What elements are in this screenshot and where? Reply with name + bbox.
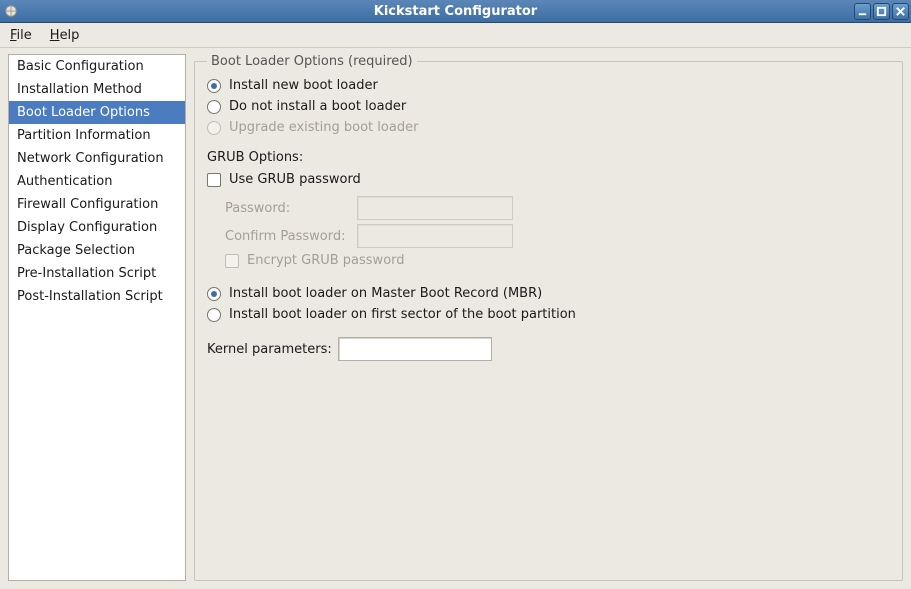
boot-loader-group: Boot Loader Options (required) Install n…	[194, 54, 903, 581]
checkbox-encrypt-grub-password: Encrypt GRUB password	[225, 252, 890, 269]
close-button[interactable]	[892, 3, 909, 20]
password-input	[357, 196, 513, 220]
menubar: File Help	[0, 23, 911, 48]
confirm-password-label: Confirm Password:	[225, 229, 351, 244]
sidebar-item-authentication[interactable]: Authentication	[9, 170, 185, 193]
radio-icon	[207, 79, 221, 93]
radio-label: Install new boot loader	[229, 78, 378, 93]
sidebar-item-installation-method[interactable]: Installation Method	[9, 78, 185, 101]
menu-help[interactable]: Help	[46, 26, 84, 45]
radio-install-new[interactable]: Install new boot loader	[207, 77, 890, 94]
radio-label: Install boot loader on Master Boot Recor…	[229, 286, 542, 301]
radio-install-first-sector[interactable]: Install boot loader on first sector of t…	[207, 306, 890, 323]
radio-upgrade-existing: Upgrade existing boot loader	[207, 119, 890, 136]
window-title: Kickstart Configurator	[0, 4, 911, 19]
sidebar-item-network-configuration[interactable]: Network Configuration	[9, 147, 185, 170]
checkbox-label: Encrypt GRUB password	[247, 253, 405, 268]
client-area: Basic Configuration Installation Method …	[0, 46, 911, 589]
row-kernel-parameters: Kernel parameters:	[207, 337, 890, 361]
checkbox-label: Use GRUB password	[229, 172, 361, 187]
titlebar: Kickstart Configurator	[0, 0, 911, 23]
sidebar-item-display-configuration[interactable]: Display Configuration	[9, 216, 185, 239]
checkbox-icon	[207, 173, 221, 187]
grub-heading: GRUB Options:	[207, 150, 890, 165]
sidebar-item-firewall-configuration[interactable]: Firewall Configuration	[9, 193, 185, 216]
app-icon	[0, 0, 22, 22]
radio-label: Install boot loader on first sector of t…	[229, 307, 576, 322]
radio-icon	[207, 308, 221, 322]
sidebar-item-basic-configuration[interactable]: Basic Configuration	[9, 55, 185, 78]
sidebar-item-pre-installation-script[interactable]: Pre-Installation Script	[9, 262, 185, 285]
radio-install-mbr[interactable]: Install boot loader on Master Boot Recor…	[207, 285, 890, 302]
checkbox-use-grub-password[interactable]: Use GRUB password	[207, 171, 890, 188]
password-label: Password:	[225, 201, 351, 216]
row-grub-password: Password:	[225, 196, 890, 220]
radio-icon	[207, 100, 221, 114]
content-frame: Boot Loader Options (required) Install n…	[194, 54, 903, 581]
confirm-password-input	[357, 224, 513, 248]
radio-icon	[207, 121, 221, 135]
window-controls	[854, 3, 911, 20]
radio-icon	[207, 287, 221, 301]
sidebar-item-post-installation-script[interactable]: Post-Installation Script	[9, 285, 185, 308]
radio-label: Do not install a boot loader	[229, 99, 406, 114]
row-grub-confirm: Confirm Password:	[225, 224, 890, 248]
minimize-button[interactable]	[854, 3, 871, 20]
sidebar: Basic Configuration Installation Method …	[8, 54, 186, 581]
maximize-button[interactable]	[873, 3, 890, 20]
radio-do-not-install[interactable]: Do not install a boot loader	[207, 98, 890, 115]
sidebar-item-partition-information[interactable]: Partition Information	[9, 124, 185, 147]
checkbox-icon	[225, 254, 239, 268]
kernel-parameters-label: Kernel parameters:	[207, 342, 332, 357]
radio-label: Upgrade existing boot loader	[229, 120, 418, 135]
sidebar-item-package-selection[interactable]: Package Selection	[9, 239, 185, 262]
group-title: Boot Loader Options (required)	[207, 54, 417, 69]
kernel-parameters-input[interactable]	[338, 337, 492, 361]
menu-file[interactable]: File	[6, 26, 36, 45]
sidebar-item-boot-loader-options[interactable]: Boot Loader Options	[9, 101, 185, 124]
